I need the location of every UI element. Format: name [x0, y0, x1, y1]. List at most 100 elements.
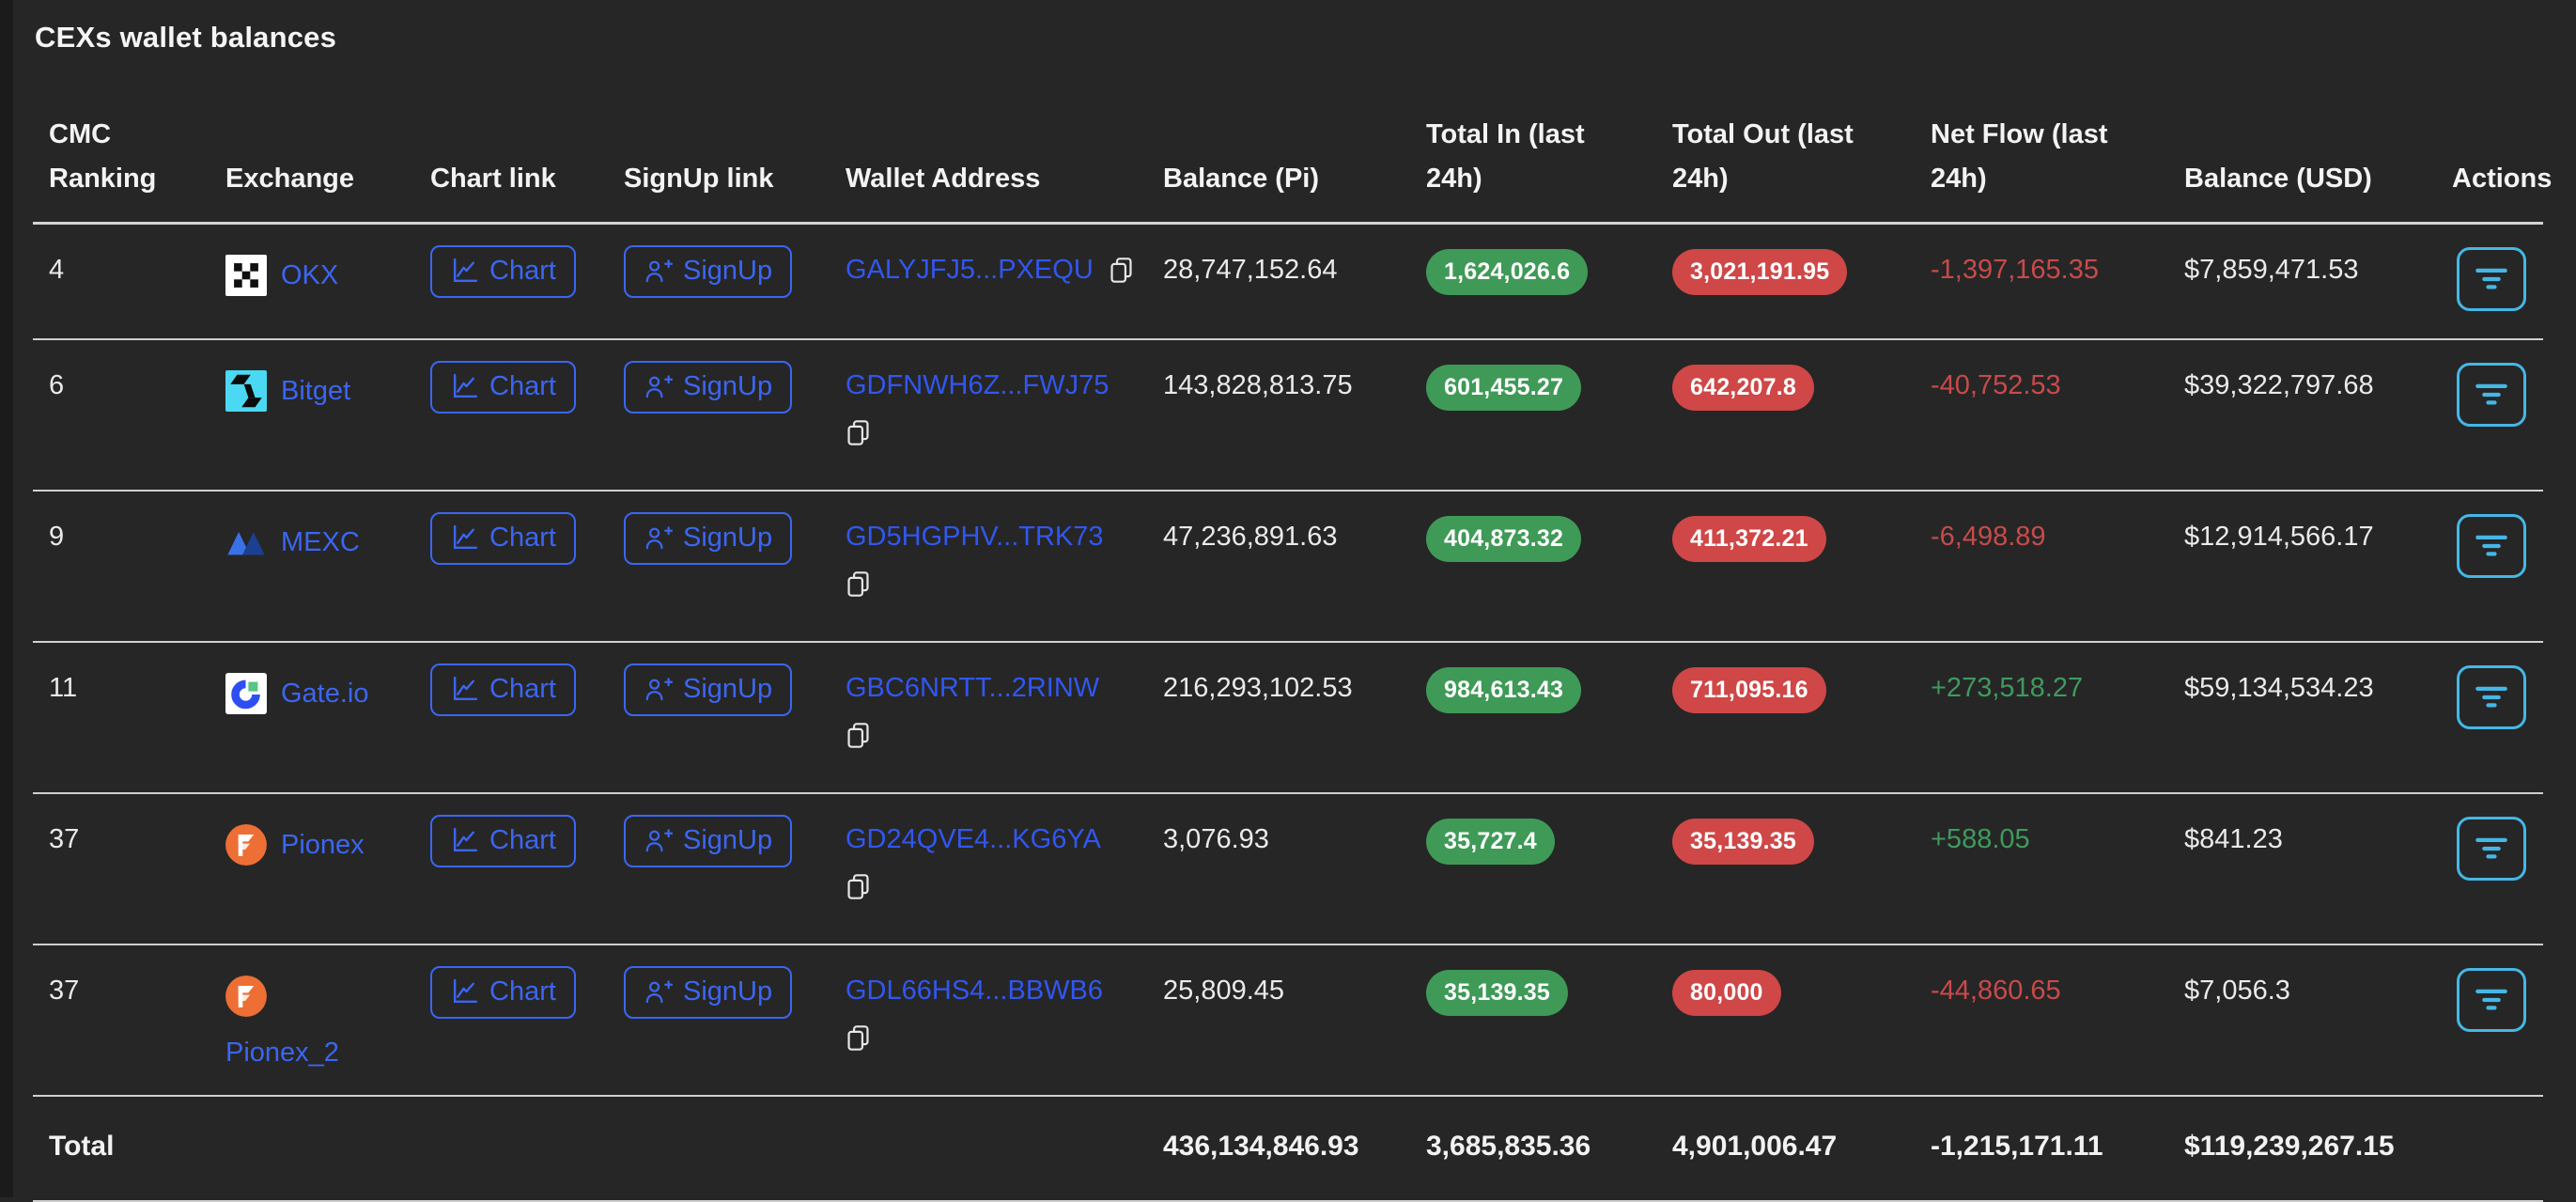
- signup-button[interactable]: SignUp: [624, 663, 793, 716]
- line-chart-icon: [450, 826, 479, 855]
- chart-button[interactable]: Chart: [430, 361, 576, 414]
- copy-icon: [846, 570, 871, 599]
- wallet-address-link[interactable]: GD24QVE4...KG6YA: [846, 824, 1101, 854]
- balance-pi: 143,828,813.75: [1163, 370, 1353, 400]
- exchange-link-pionex-2[interactable]: Pionex_2: [225, 976, 411, 1069]
- table-header: CMC Ranking Exchange Chart link SignUp l…: [33, 55, 2552, 225]
- cmc-rank: 11: [49, 673, 78, 703]
- filter-icon: [2475, 987, 2507, 1013]
- bitget-icon: [225, 370, 267, 412]
- net-flow: -40,752.53: [1931, 370, 2061, 400]
- exchange-link-okx[interactable]: OKX: [225, 255, 411, 296]
- person-plus-icon: [644, 372, 673, 401]
- copy-address-button[interactable]: [846, 721, 871, 750]
- chart-button[interactable]: Chart: [430, 663, 576, 716]
- total-in: 3,685,835.36: [1426, 1131, 1591, 1162]
- wallet-address-link[interactable]: GALYJFJ5...PXEQU: [846, 255, 1094, 286]
- total-in-badge: 35,139.35: [1426, 970, 1569, 1016]
- balance-pi: 28,747,152.64: [1163, 255, 1338, 285]
- total-in-badge: 404,873.32: [1426, 516, 1582, 562]
- signup-button[interactable]: SignUp: [624, 815, 793, 867]
- signup-button[interactable]: SignUp: [624, 245, 793, 298]
- total-net-flow: -1,215,171.11: [1931, 1131, 2103, 1162]
- total-balance-pi: 436,134,846.93: [1163, 1131, 1359, 1162]
- cmc-rank: 37: [49, 824, 80, 854]
- wallet-address-link[interactable]: GDL66HS4...BBWB6: [846, 976, 1103, 1006]
- row-actions-button[interactable]: [2457, 363, 2526, 427]
- copy-address-button[interactable]: [846, 418, 871, 447]
- table-total-row: Total 436,134,846.93 3,685,835.36 4,901,…: [33, 1097, 2543, 1202]
- mexc-icon: [225, 522, 267, 563]
- copy-address-button[interactable]: [846, 1023, 871, 1053]
- filter-icon: [2475, 835, 2507, 862]
- exchange-link-pionex[interactable]: Pionex: [225, 824, 411, 866]
- chart-button[interactable]: Chart: [430, 512, 576, 565]
- table-row: 6 Bitget Chart SignUp GDFNWH6Z...FWJ75 1…: [33, 340, 2543, 492]
- row-actions-button[interactable]: [2457, 968, 2526, 1032]
- total-balance-usd: $119,239,267.15: [2184, 1131, 2395, 1162]
- cmc-rank: 37: [49, 976, 80, 1006]
- table-row: 11 Gate.io Chart SignUp GBC6NRTT...2RINW…: [33, 643, 2543, 794]
- exchange-link-gateio[interactable]: Gate.io: [225, 673, 411, 714]
- copy-icon: [846, 721, 871, 750]
- row-actions-button[interactable]: [2457, 514, 2526, 578]
- net-flow: -6,498.89: [1931, 522, 2046, 552]
- okx-icon: [225, 255, 267, 296]
- person-plus-icon: [644, 977, 673, 1007]
- pionex-icon: [225, 976, 267, 1017]
- exchange-name: Pionex: [281, 829, 365, 860]
- total-out: 4,901,006.47: [1672, 1131, 1838, 1162]
- row-actions-button[interactable]: [2457, 247, 2526, 311]
- page-edge: [0, 0, 13, 1197]
- balance-pi: 216,293,102.53: [1163, 673, 1353, 703]
- table-row: 4 OKX Chart SignUp GALYJFJ5...PXEQU 28,7…: [33, 225, 2543, 340]
- col-wallet-address: Wallet Address: [846, 164, 1041, 194]
- exchange-name: MEXC: [281, 526, 360, 557]
- balance-usd: $12,914,566.17: [2184, 522, 2374, 552]
- exchange-link-mexc[interactable]: MEXC: [225, 522, 411, 563]
- wallet-address-link[interactable]: GDFNWH6Z...FWJ75: [846, 370, 1109, 400]
- net-flow: -44,860.65: [1931, 976, 2061, 1006]
- chart-button[interactable]: Chart: [430, 245, 576, 298]
- chart-button[interactable]: Chart: [430, 966, 576, 1019]
- wallet-address-link[interactable]: GD5HGPHV...TRK73: [846, 522, 1104, 552]
- row-actions-button[interactable]: [2457, 665, 2526, 729]
- gateio-icon: [225, 673, 267, 714]
- copy-address-button[interactable]: [1109, 256, 1134, 285]
- row-actions-button[interactable]: [2457, 817, 2526, 881]
- copy-address-button[interactable]: [846, 570, 871, 599]
- line-chart-icon: [450, 977, 479, 1007]
- signup-button[interactable]: SignUp: [624, 966, 793, 1019]
- chart-button[interactable]: Chart: [430, 815, 576, 867]
- person-plus-icon: [644, 523, 673, 553]
- total-out-badge: 642,207.8: [1672, 365, 1815, 411]
- line-chart-icon: [450, 675, 479, 704]
- line-chart-icon: [450, 372, 479, 401]
- exchange-name: OKX: [281, 259, 339, 290]
- cmc-rank: 9: [49, 522, 65, 552]
- total-in-badge: 1,624,026.6: [1426, 249, 1589, 295]
- balance-pi: 47,236,891.63: [1163, 522, 1338, 552]
- col-signup-link: SignUp link: [624, 164, 774, 194]
- table-row: 37 Pionex Chart SignUp GD24QVE4...KG6YA …: [33, 794, 2543, 945]
- total-out-badge: 3,021,191.95: [1672, 249, 1848, 295]
- balance-usd: $39,322,797.68: [2184, 370, 2374, 400]
- total-out-badge: 411,372.21: [1672, 516, 1826, 562]
- total-in-badge: 35,727.4: [1426, 819, 1555, 865]
- copy-icon: [846, 418, 871, 447]
- col-balance-usd: Balance (USD): [2184, 164, 2372, 194]
- exchange-link-bitget[interactable]: Bitget: [225, 370, 411, 412]
- copy-address-button[interactable]: [846, 872, 871, 901]
- wallet-address-link[interactable]: GBC6NRTT...2RINW: [846, 673, 1099, 703]
- signup-button[interactable]: SignUp: [624, 512, 793, 565]
- signup-button[interactable]: SignUp: [624, 361, 793, 414]
- total-out-badge: 80,000: [1672, 970, 1781, 1016]
- exchange-name: Pionex_2: [225, 1038, 339, 1068]
- filter-icon: [2475, 266, 2507, 292]
- balance-usd: $841.23: [2184, 824, 2283, 854]
- table-row: 37 Pionex_2 Chart SignUp GDL66HS4...BBWB…: [33, 945, 2543, 1097]
- total-out-badge: 35,139.35: [1672, 819, 1815, 865]
- person-plus-icon: [644, 826, 673, 855]
- table-row: 9 MEXC Chart SignUp GD5HGPHV...TRK73 47,…: [33, 492, 2543, 643]
- exchange-name: Gate.io: [281, 678, 369, 709]
